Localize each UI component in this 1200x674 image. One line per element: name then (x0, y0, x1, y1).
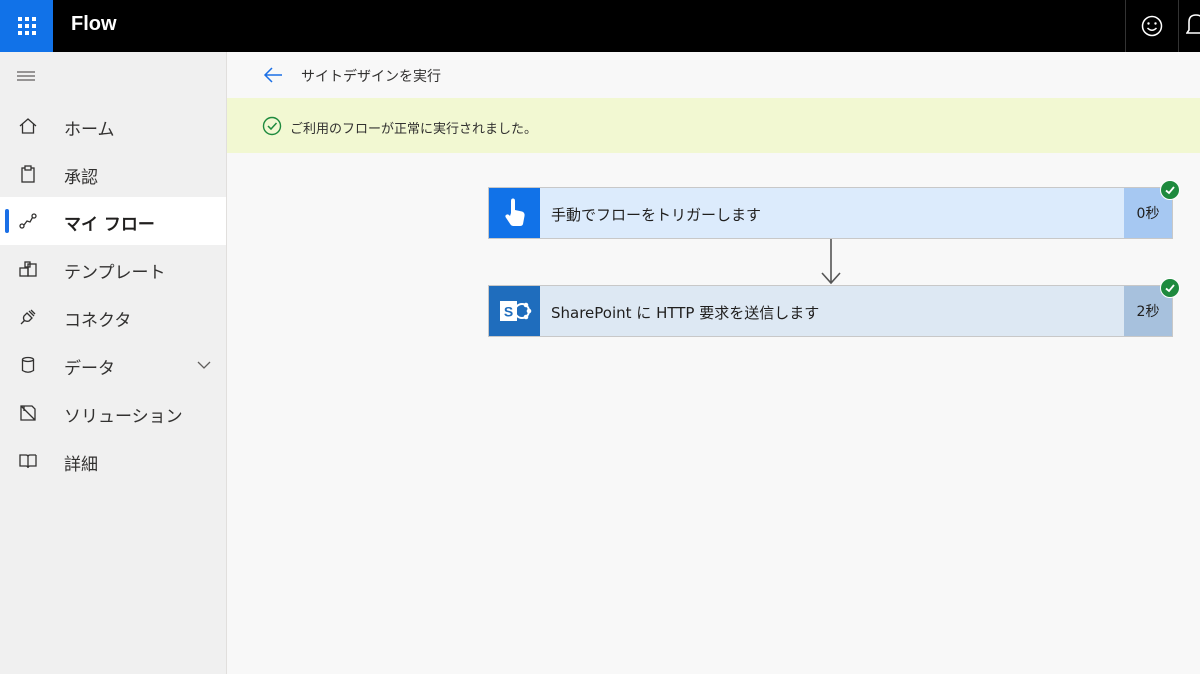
chevron-down-icon[interactable] (196, 357, 212, 373)
sidebar-item-approvals[interactable]: 承認 (0, 150, 226, 198)
sidebar-item-templates[interactable]: テンプレート (0, 245, 226, 293)
sidebar-item-label: 詳細 (64, 455, 98, 475)
svg-text:S: S (503, 304, 512, 320)
sidebar-item-label: データ (64, 359, 115, 379)
check-circle-icon (262, 116, 282, 136)
book-icon (19, 454, 37, 469)
step-icon-badge (489, 188, 540, 238)
sidebar-item-solutions[interactable]: ソリューション (0, 389, 226, 437)
sidebar-item-label: コネクタ (64, 311, 132, 331)
success-check-icon (1160, 278, 1180, 298)
flow-icon (19, 213, 37, 229)
solution-icon (20, 405, 36, 421)
sidebar-item-label: ソリューション (64, 407, 183, 427)
sidebar-item-learn-more[interactable]: 詳細 (0, 437, 226, 485)
bell-icon (1185, 14, 1200, 34)
flow-step-trigger[interactable]: 手動でフローをトリガーします 0秒 (488, 187, 1173, 239)
template-icon (19, 261, 37, 277)
database-icon (21, 356, 35, 373)
step-title: SharePoint に HTTP 要求を送信します (551, 304, 820, 322)
divider (1178, 0, 1179, 52)
flow-step-sharepoint-http[interactable]: S SharePoint に HTTP 要求を送信します 2秒 (488, 285, 1173, 337)
left-nav: ホーム 承認 マイ フロー テンプレート コネクタ データ ソリューション 詳細 (0, 52, 227, 674)
waffle-icon (17, 17, 36, 35)
active-indicator (5, 209, 9, 233)
touch-trigger-icon (504, 198, 525, 226)
feedback-button[interactable] (1126, 0, 1178, 52)
sidebar-item-label: マイ フロー (64, 215, 155, 235)
sidebar-item-connectors[interactable]: コネクタ (0, 293, 226, 341)
home-icon (19, 118, 37, 134)
sidebar-item-data[interactable]: データ (0, 341, 226, 389)
sidebar-item-home[interactable]: ホーム (0, 102, 226, 150)
banner-message: ご利用のフローが正常に実行されました。 (290, 122, 538, 137)
app-launcher-button[interactable] (0, 0, 53, 52)
success-check-icon (1160, 180, 1180, 200)
connector-icon (20, 309, 36, 325)
notifications-button[interactable] (1185, 12, 1200, 38)
sidebar-item-my-flows[interactable]: マイ フロー (0, 197, 226, 245)
app-title[interactable]: Flow (71, 13, 117, 36)
sidebar-item-label: 承認 (64, 168, 98, 188)
sidebar-item-label: テンプレート (64, 263, 166, 283)
smiley-icon (1141, 15, 1163, 37)
page-title: サイトデザインを実行 (301, 69, 441, 85)
clipboard-icon (21, 165, 35, 183)
top-bar: Flow (0, 0, 1200, 52)
arrow-down-icon (821, 239, 841, 285)
step-icon-badge: S (489, 286, 540, 336)
hamburger-icon (17, 71, 35, 81)
sidebar-item-label: ホーム (64, 120, 115, 140)
collapse-nav-button[interactable] (16, 68, 36, 84)
back-arrow-icon[interactable] (262, 64, 284, 86)
step-title: 手動でフローをトリガーします (551, 206, 762, 224)
sharepoint-icon: S (499, 301, 531, 321)
